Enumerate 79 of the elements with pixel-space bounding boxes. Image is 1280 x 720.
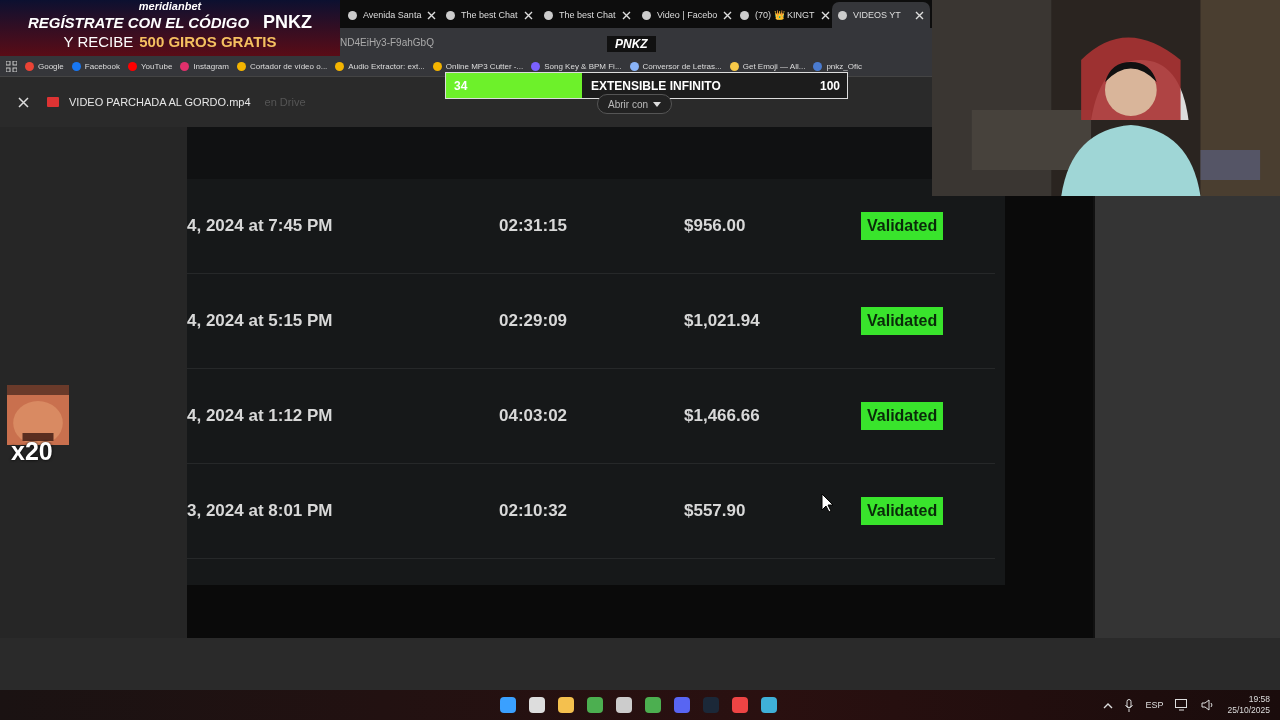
video-file-icon <box>47 97 59 107</box>
bookmark-link[interactable]: Instagram <box>180 61 229 71</box>
status-badge: Validated <box>861 497 944 525</box>
browser-tab[interactable]: The best Chat <box>538 2 636 28</box>
bookmark-link[interactable]: YouTube <box>127 61 173 71</box>
bookmark-link[interactable]: Song Key & BPM Fi... <box>531 61 622 71</box>
taskbar-app-icon[interactable] <box>616 697 632 713</box>
favicon-icon <box>838 10 847 20</box>
bookmark-link[interactable]: Audio Extractor: ext... <box>335 61 425 71</box>
duration-cell-text: 02:31:15 <box>499 216 569 236</box>
taskbar-app-icon[interactable] <box>500 697 516 713</box>
status-badge: Validated <box>861 212 944 240</box>
taskbar-app-icon[interactable] <box>587 697 603 713</box>
network-icon[interactable] <box>1175 699 1190 711</box>
browser-tab[interactable]: Avenida Santa <box>342 2 440 28</box>
favicon-icon <box>642 10 651 20</box>
goal-title: EXTENSIBLE INFINITO <box>591 78 722 93</box>
close-icon[interactable] <box>723 10 733 20</box>
bookmark-link[interactable]: Online MP3 Cutter -... <box>432 61 524 71</box>
chevron-icon[interactable] <box>1103 701 1114 709</box>
ad-brand: meridianbet <box>138 0 202 12</box>
date-cell-text: 4, 2024 at 1:12 PM <box>187 406 334 426</box>
caret-icon <box>653 101 661 107</box>
bookmark-link[interactable]: Facebook <box>71 61 120 71</box>
volume-icon[interactable] <box>1201 699 1216 711</box>
amount-cell-text: $1,021.94 <box>684 311 761 331</box>
amount-cell-text: $557.90 <box>684 501 747 521</box>
browser-tab[interactable]: (70) 👑 KINGT <box>734 2 832 28</box>
clock-time[interactable]: 19:58 <box>1248 694 1270 705</box>
amount-cell-text: $956.00 <box>684 216 747 236</box>
address-text[interactable]: ND4EiHy3-F9ahGbQ <box>340 36 434 48</box>
ad-headline: REGÍSTRATE CON EL CÓDIGO <box>27 14 250 31</box>
bookmark-link[interactable]: Google <box>25 61 64 71</box>
taskbar-app-icon[interactable] <box>529 697 545 713</box>
close-icon[interactable] <box>427 10 437 20</box>
goal-current: 34 <box>453 78 469 93</box>
microphone-icon[interactable] <box>1125 698 1134 712</box>
favicon-icon <box>446 10 455 20</box>
bookmark-link[interactable]: pnkz_Ofic <box>813 61 862 71</box>
taskbar-app-icon[interactable] <box>761 697 777 713</box>
amount-cell-text: $1,466.66 <box>684 406 761 426</box>
date-cell-text: 4, 2024 at 7:45 PM <box>187 216 334 236</box>
goal-target: 100 <box>819 78 841 93</box>
taskbar-app-icon[interactable] <box>674 697 690 713</box>
close-icon[interactable] <box>18 96 29 108</box>
close-icon[interactable] <box>621 10 631 20</box>
clock-date[interactable]: 25/10/2025 <box>1227 705 1270 716</box>
date-cell-text: 3, 2024 at 8:01 PM <box>187 501 334 521</box>
taskbar-app-icon[interactable] <box>558 697 574 713</box>
status-badge: Validated <box>861 402 944 430</box>
file-name: VIDEO PARCHADA AL GORDO.mp4 <box>69 96 251 108</box>
duration-cell-text: 04:03:02 <box>499 406 569 426</box>
ad-subline: Y RECIBE <box>63 33 134 50</box>
favicon-icon <box>544 10 553 20</box>
bookmark-link[interactable]: Get Emoji — All... <box>729 61 806 71</box>
apps-grid-icon[interactable] <box>6 60 17 72</box>
emote-multiplier: x20 <box>11 437 53 466</box>
browser-tab[interactable]: The best Chat <box>440 2 538 28</box>
duration-cell-text: 02:10:32 <box>499 501 569 521</box>
taskbar-app-icon[interactable] <box>732 697 748 713</box>
status-badge: Validated <box>861 307 944 335</box>
favicon-icon <box>348 10 357 20</box>
logo: PNKZ <box>607 36 656 52</box>
close-icon[interactable] <box>915 10 924 20</box>
mouse-cursor-icon <box>821 493 834 513</box>
browser-tab[interactable]: Video | Facebo <box>636 2 734 28</box>
ad-code: PNKZ <box>263 12 313 33</box>
ad-offer: 500 GIROS GRATIS <box>139 33 277 50</box>
close-icon[interactable] <box>820 10 830 20</box>
taskbar-app-icon[interactable] <box>645 697 661 713</box>
browser-tab[interactable]: VIDEOS YT <box>832 2 930 28</box>
open-with-button[interactable]: Abrir con <box>597 94 672 114</box>
language-indicator[interactable]: ESP <box>1145 700 1164 710</box>
close-icon[interactable] <box>523 10 533 20</box>
favicon-icon <box>740 10 749 20</box>
duration-cell-text: 02:29:09 <box>499 311 569 331</box>
bookmark-link[interactable]: Conversor de Letras... <box>629 61 722 71</box>
bookmark-link[interactable]: Cortador de vídeo o... <box>236 61 328 71</box>
date-cell-text: 4, 2024 at 5:15 PM <box>187 311 334 331</box>
